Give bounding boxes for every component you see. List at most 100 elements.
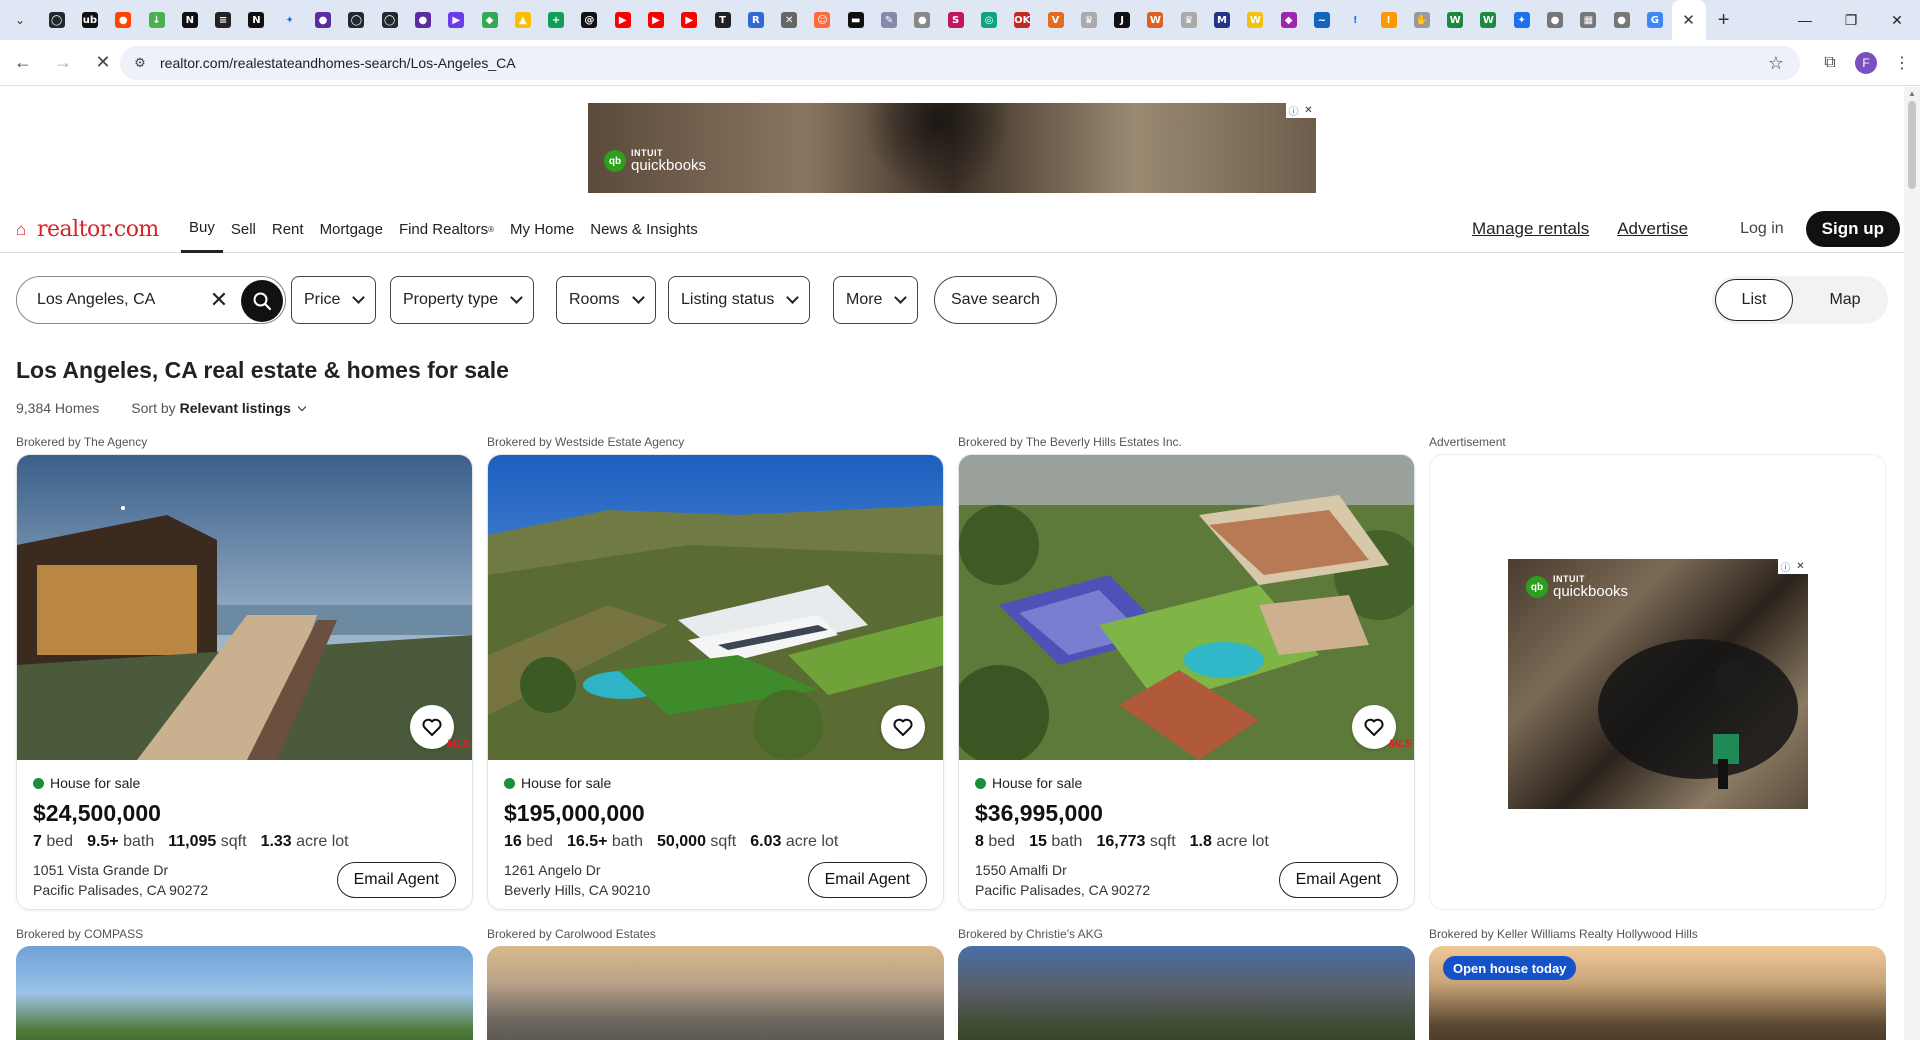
nav-mortgage[interactable]: Mortgage [312,205,391,253]
browser-tab[interactable]: ~ [1305,0,1338,40]
browser-tab[interactable]: V [1039,0,1072,40]
browser-tab[interactable]: ◎ [972,0,1005,40]
url-text[interactable]: realtor.com/realestateandhomes-search/Lo… [160,55,516,71]
site-info-icon[interactable]: ⚙ [128,51,152,75]
browser-tab[interactable]: ▲ [506,0,539,40]
adchoices-info-icon[interactable]: ⓘ [1778,559,1793,574]
chevron-down-icon[interactable] [297,402,307,411]
nav-find-realtors[interactable]: Find Realtors ® [391,205,502,253]
browser-tab[interactable]: OK [1006,0,1039,40]
signup-button[interactable]: Sign up [1805,211,1900,247]
browser-tab[interactable]: ◆ [473,0,506,40]
tab-search-chevron-icon[interactable]: ⌄ [0,0,40,40]
email-agent-button[interactable]: Email Agent [336,862,456,898]
listing-photo[interactable] [17,455,472,760]
browser-tab[interactable]: ▶ [639,0,672,40]
listing-photo[interactable]: Open house today [1429,946,1886,1040]
address-bar[interactable]: ⚙ realtor.com/realestateandhomes-search/… [120,46,1800,80]
rooms-filter[interactable]: Rooms [556,276,656,324]
browser-tab[interactable]: ✎ [872,0,905,40]
more-filter[interactable]: More [833,276,919,324]
nav-my-home[interactable]: My Home [502,205,582,253]
browser-tab[interactable]: G [1638,0,1671,40]
save-search-button[interactable]: Save search [934,276,1057,324]
search-button[interactable] [241,280,283,322]
browser-tab[interactable]: ● [906,0,939,40]
clear-search-icon[interactable]: ✕ [207,287,231,313]
listing-photo[interactable] [958,946,1415,1040]
top-banner-ad[interactable]: qb INTUIT quickbooks ⓘ ✕ [588,103,1316,193]
stop-loading-icon[interactable]: ✕ [86,46,120,80]
new-tab-button[interactable]: + [1706,0,1742,40]
location-search-value[interactable]: Los Angeles, CA [37,291,207,309]
kebab-menu-icon[interactable]: ⋮ [1884,45,1920,81]
browser-tab[interactable]: J [1106,0,1139,40]
forward-arrow-icon[interactable]: → [46,46,80,80]
profile-button[interactable]: F [1848,45,1884,81]
nav-buy[interactable]: Buy [181,205,223,253]
listing-card[interactable]: MLS House for sale $24,500,000 7 bed 9.5… [16,454,473,910]
listing-address[interactable]: 1261 Angelo Dr Beverly Hills, CA 90210 [504,860,650,900]
nav-sell[interactable]: Sell [223,205,264,253]
listing-card[interactable]: House for sale $195,000,000 16 bed 16.5+… [487,454,944,910]
browser-tab[interactable]: N [240,0,273,40]
minimize-icon[interactable]: — [1782,0,1828,40]
browser-tab[interactable]: ● [107,0,140,40]
adchoices[interactable]: ⓘ ✕ [1286,103,1316,118]
browser-tab[interactable]: ▶ [673,0,706,40]
browser-tab[interactable]: N [173,0,206,40]
browser-tab[interactable]: ☺ [806,0,839,40]
browser-tab[interactable]: M [1205,0,1238,40]
listing-address[interactable]: 1051 Vista Grande Dr Pacific Palisades, … [33,860,208,900]
advertise-link[interactable]: Advertise [1617,219,1688,239]
list-view-button[interactable]: List [1715,279,1793,321]
browser-tab[interactable]: ▶ [440,0,473,40]
listing-photo[interactable] [16,946,473,1040]
browser-tab[interactable]: ub [73,0,106,40]
browser-tab[interactable]: ! [1372,0,1405,40]
restore-icon[interactable]: ❐ [1828,0,1874,40]
browser-tab[interactable]: ✕ [773,0,806,40]
listing-address[interactable]: 1550 Amalfi Dr Pacific Palisades, CA 902… [975,860,1150,900]
scrollbar-thumb[interactable] [1908,101,1916,189]
realtor-logo[interactable]: ⌂ realtor.com [16,217,159,242]
listing-photo[interactable] [487,946,944,1040]
ad-close-icon[interactable]: ✕ [1301,103,1316,118]
close-window-icon[interactable]: ✕ [1874,0,1920,40]
browser-tab[interactable]: S [939,0,972,40]
browser-tab[interactable]: @ [573,0,606,40]
browser-tab[interactable]: ● [1538,0,1571,40]
browser-tab[interactable]: ♛ [1072,0,1105,40]
page-scrollbar[interactable]: ▲ [1904,87,1920,1040]
bookmark-star-icon[interactable]: ☆ [1768,53,1784,74]
browser-tab[interactable]: ▬ [839,0,872,40]
listing-card[interactable]: MLS House for sale $36,995,000 8 bed 15 … [958,454,1415,910]
browser-tab[interactable]: ● [406,0,439,40]
map-view-button[interactable]: Map [1808,279,1882,321]
browser-tab[interactable]: ▦ [1572,0,1605,40]
browser-tab[interactable]: ↓ [140,0,173,40]
browser-tab[interactable]: ▶ [606,0,639,40]
property-type-filter[interactable]: Property type [390,276,535,324]
browser-tab[interactable]: ◯ [373,0,406,40]
location-search-input[interactable]: Los Angeles, CA ✕ [16,276,286,324]
adchoices[interactable]: ⓘ ✕ [1778,559,1808,574]
manage-rentals-link[interactable]: Manage rentals [1472,219,1589,239]
sort-dropdown[interactable]: Relevant listings [180,400,291,416]
browser-tab[interactable]: ◆ [1272,0,1305,40]
nav-rent[interactable]: Rent [264,205,312,253]
side-ad[interactable]: qb INTUIT quickbooks ⓘ ✕ [1508,559,1808,809]
adchoices-info-icon[interactable]: ⓘ [1286,103,1301,118]
browser-tab[interactable]: W [1472,0,1505,40]
browser-tab[interactable]: T [706,0,739,40]
browser-tab[interactable]: ✦ [273,0,306,40]
browser-tab[interactable]: ✋ [1405,0,1438,40]
scroll-up-icon[interactable]: ▲ [1908,89,1916,98]
login-link[interactable]: Log in [1740,220,1784,238]
browser-tab[interactable]: W [1239,0,1272,40]
listing-status-filter[interactable]: Listing status [668,276,811,324]
browser-tab[interactable]: ◯ [40,0,73,40]
browser-tab-active[interactable]: ✕ [1671,0,1706,40]
price-filter[interactable]: Price [291,276,377,324]
email-agent-button[interactable]: Email Agent [1278,862,1398,898]
